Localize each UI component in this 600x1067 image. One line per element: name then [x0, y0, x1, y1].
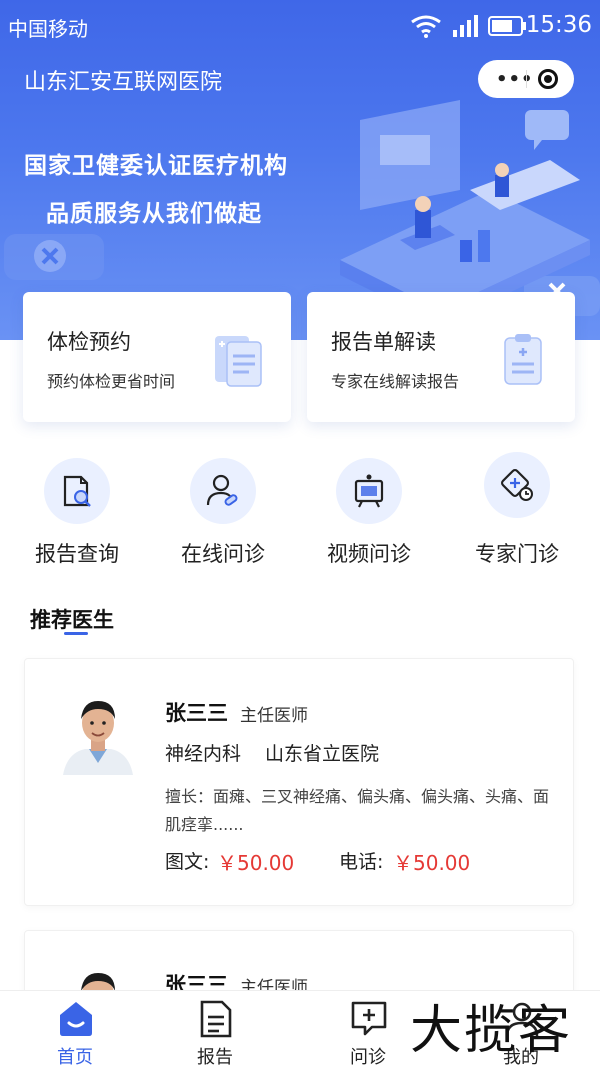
- report-icon: [200, 1000, 232, 1038]
- entry-icon-bg: [336, 458, 402, 524]
- text-consult-price: ￥50.00: [217, 851, 295, 875]
- entry-icon-bg: [484, 452, 550, 518]
- battery-icon: [488, 16, 526, 36]
- tab-label: 首页: [57, 1047, 93, 1067]
- clipboard-icon: [504, 334, 542, 385]
- entry-label: 视频问诊: [327, 542, 411, 566]
- tab-home[interactable]: 首页: [0, 991, 150, 1067]
- entry-expert-clinic[interactable]: 专家门诊: [442, 452, 592, 572]
- doctor-name: 张三三: [165, 701, 228, 725]
- consult-icon: [351, 1001, 387, 1036]
- decorative-cross-left: [4, 234, 104, 280]
- text-consult-label: 图文:: [165, 851, 210, 873]
- entry-label: 报告查询: [35, 542, 119, 566]
- banner-slogan-1: 国家卫健委认证医疗机构: [24, 153, 288, 179]
- card-title: 报告单解读: [331, 330, 436, 354]
- doctor-department: 神经内科: [165, 743, 242, 765]
- tab-label: 报告: [197, 1047, 233, 1067]
- video-consult-icon: [354, 474, 384, 508]
- expert-clinic-icon: [501, 469, 533, 501]
- phone-consult-price: ￥50.00: [393, 851, 471, 875]
- tab-report[interactable]: 报告: [140, 991, 290, 1067]
- app-title: 山东汇安互联网医院: [24, 70, 223, 95]
- entry-report-query[interactable]: 报告查询: [2, 452, 152, 572]
- online-consult-icon: [206, 474, 238, 506]
- phone-consult-label: 电话:: [339, 851, 384, 873]
- home-icon: [60, 1002, 92, 1036]
- doctor-card[interactable]: 张三三 主任医师 神经内科 山东省立医院 擅长：面瘫、三叉神经痛、偏头痛、偏头痛…: [24, 658, 574, 906]
- doctor-title: 主任医师: [240, 706, 308, 726]
- doctor-specialty: 擅长：面瘫、三叉神经痛、偏头痛、偏头痛、头痛、面肌痉挛......: [165, 787, 550, 834]
- capsule-divider: [526, 70, 527, 88]
- section-title-recommended-doctors: 推荐医生: [30, 608, 114, 632]
- document-stack-icon: [215, 336, 262, 387]
- mini-program-capsule: •••: [478, 60, 574, 98]
- watermark: 大揽客: [410, 1001, 573, 1061]
- banner-slogan-2: 品质服务从我们做起: [46, 201, 262, 227]
- close-program-icon[interactable]: [538, 69, 558, 89]
- status-bar: 中国移动 15:36: [0, 0, 600, 52]
- doctor-hospital: 山东省立医院: [265, 743, 380, 765]
- card-report-reading[interactable]: 报告单解读 专家在线解读报告: [307, 292, 575, 422]
- doctor-avatar: [63, 701, 133, 775]
- section-underline: [64, 632, 88, 635]
- card-subtitle: 专家在线解读报告: [331, 372, 460, 391]
- entry-icon-bg: [44, 458, 110, 524]
- wifi-icon: [411, 15, 441, 38]
- card-physical-exam[interactable]: 体检预约 预约体检更省时间: [23, 292, 291, 422]
- more-icon[interactable]: •••: [496, 69, 534, 90]
- entry-video-consult[interactable]: 视频问诊: [294, 452, 444, 572]
- entry-label: 专家门诊: [475, 542, 559, 566]
- signal-icon: [453, 15, 478, 37]
- card-subtitle: 预约体检更省时间: [47, 372, 176, 391]
- card-title: 体检预约: [47, 330, 131, 354]
- hero-banner: 中国移动 15:36 山东汇安互联网医院 ••• 国家卫健委认证医疗机构 品质服…: [0, 0, 600, 340]
- carrier-name: 中国移动: [8, 17, 88, 41]
- entry-icon-bg: [190, 458, 256, 524]
- entry-label: 在线问诊: [181, 542, 265, 566]
- clock: 15:36: [525, 12, 592, 38]
- entry-online-consult[interactable]: 在线问诊: [148, 452, 298, 572]
- report-search-icon: [63, 475, 91, 507]
